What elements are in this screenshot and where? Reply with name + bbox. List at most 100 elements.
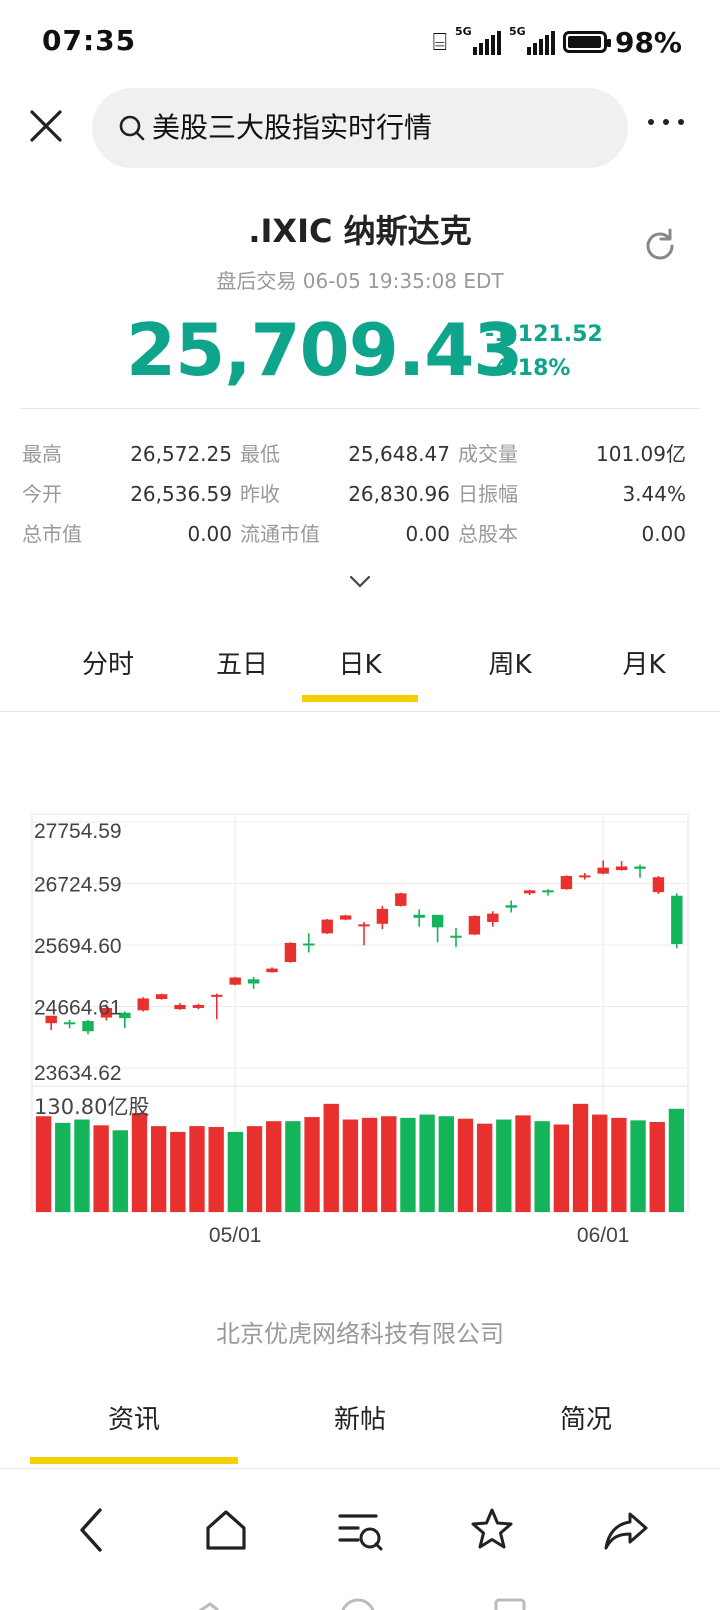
volume-bar — [35, 1116, 52, 1212]
share-button[interactable] — [596, 1500, 656, 1560]
volume-bar — [649, 1122, 665, 1212]
volume-bar — [534, 1121, 550, 1212]
tab-new-posts[interactable]: 新帖 — [256, 1398, 464, 1464]
tab-news[interactable]: 资讯 — [30, 1398, 238, 1464]
candle-body — [303, 943, 315, 946]
stat-label: 成交量 — [458, 442, 518, 466]
candle-body — [339, 915, 352, 920]
tab-label: 月K — [622, 650, 666, 680]
battery-icon — [562, 31, 611, 53]
more-options-button[interactable] — [648, 112, 694, 132]
candle-body — [450, 935, 462, 938]
y-tick-label: 24664.61 — [34, 997, 122, 1020]
volume-bar — [553, 1124, 570, 1212]
home-icon — [206, 1510, 246, 1550]
candle-body — [321, 919, 333, 934]
volume-bar — [189, 1126, 205, 1212]
refresh-button[interactable] — [640, 226, 680, 266]
candle-body — [413, 914, 425, 918]
volume-bar — [285, 1121, 301, 1212]
close-icon — [30, 110, 62, 142]
stat-label: 最低 — [240, 442, 280, 466]
stat-value: 25,648.47 — [348, 442, 450, 466]
tab-label: 日K — [338, 650, 382, 680]
signal-icon: 5G — [455, 25, 501, 55]
tab-label: 周K — [488, 650, 532, 680]
back-icon — [80, 1508, 102, 1552]
more-dot-icon — [648, 119, 654, 125]
candle-body — [247, 979, 260, 984]
trade-session-time: 盘后交易 06-05 19:35:08 EDT — [216, 269, 504, 293]
candle-body — [505, 905, 517, 908]
expand-stats-button[interactable] — [348, 574, 372, 590]
tab-label: 资讯 — [107, 1405, 160, 1435]
home-button[interactable] — [196, 1500, 256, 1560]
volume-bar — [208, 1126, 224, 1212]
candle-body — [192, 1004, 205, 1008]
volume-bar — [457, 1118, 474, 1212]
favorite-button[interactable] — [462, 1500, 522, 1560]
back-button[interactable] — [62, 1500, 122, 1560]
change-amount: -1,121.52 — [485, 322, 603, 347]
volume-bar — [381, 1116, 397, 1212]
x-tick-label: 05/01 — [209, 1224, 262, 1247]
volume-bar — [400, 1117, 416, 1212]
volume-max-label: 130.80亿股 — [34, 1095, 149, 1119]
volume-bar — [361, 1117, 378, 1212]
volume-bar — [592, 1114, 608, 1212]
battery-percent: 98% — [614, 25, 682, 59]
price-change: -1,121.52 -4.18% — [485, 318, 603, 386]
tab-label: 五日 — [215, 650, 268, 680]
tab-daily-k[interactable]: 日K — [302, 640, 418, 702]
candle-body — [155, 994, 168, 1000]
chart-period-tabs: 分时 五日 日K 周K 月K — [20, 640, 700, 712]
candle-body — [597, 867, 609, 874]
close-button[interactable] — [28, 108, 64, 144]
tab-five-day[interactable]: 五日 — [184, 640, 300, 702]
stat-label: 总股本 — [458, 522, 518, 546]
search-input[interactable]: 美股三大股指实时行情 — [92, 88, 628, 168]
search-query: 美股三大股指实时行情 — [152, 111, 433, 144]
stat-value: 0.00 — [187, 522, 232, 546]
stat-label: 日振幅 — [458, 482, 518, 506]
active-tab-underline — [302, 695, 418, 702]
volume-bar — [246, 1126, 263, 1212]
x-tick-label: 06/01 — [577, 1224, 630, 1247]
candle-body — [523, 890, 536, 894]
tab-monthly-k[interactable]: 月K — [586, 640, 702, 702]
stat-label: 今开 — [22, 482, 62, 506]
tab-intraday[interactable]: 分时 — [50, 640, 166, 702]
system-back-icon — [198, 1602, 219, 1610]
stat-label: 流通市值 — [240, 522, 320, 546]
stat-label: 最高 — [22, 442, 62, 466]
volume-bar — [668, 1108, 685, 1212]
system-navigation — [198, 1598, 526, 1610]
y-tick-label: 23634.62 — [34, 1062, 122, 1085]
y-tick-label: 26724.59 — [34, 874, 122, 897]
status-icons: ⌸ 5G 5G 98% — [432, 25, 682, 59]
volume-bar — [266, 1121, 282, 1212]
change-percent: -4.18% — [485, 356, 571, 381]
volume-bar — [630, 1120, 646, 1212]
volume-bar — [419, 1114, 435, 1212]
candle-body — [671, 895, 683, 945]
bottom-navigation — [0, 1480, 720, 1580]
divider — [20, 408, 700, 409]
volume-bar — [572, 1103, 589, 1212]
star-icon — [471, 1508, 513, 1549]
index-title: .IXIC 纳斯达克 — [248, 212, 472, 250]
candle-body — [229, 977, 241, 985]
volume-bar — [112, 1130, 128, 1212]
vibrate-icon: ⌸ — [432, 28, 447, 56]
tab-overview[interactable]: 简况 — [482, 1398, 690, 1464]
volume-bar — [55, 1122, 71, 1212]
candlestick-chart[interactable]: 27754.59 26724.59 25694.60 24664.61 23634.62… — [0, 800, 720, 1280]
volume-bar — [476, 1123, 493, 1212]
reading-list-button[interactable] — [330, 1500, 390, 1560]
tab-weekly-k[interactable]: 周K — [452, 640, 568, 702]
stat-value: 0.00 — [641, 522, 686, 546]
volume-bar — [150, 1126, 167, 1212]
volume-bar — [74, 1119, 90, 1212]
stats-row: 今开 26,536.59 昨收 26,830.96 日振幅 3.44% — [22, 474, 686, 514]
divider — [0, 1468, 720, 1469]
